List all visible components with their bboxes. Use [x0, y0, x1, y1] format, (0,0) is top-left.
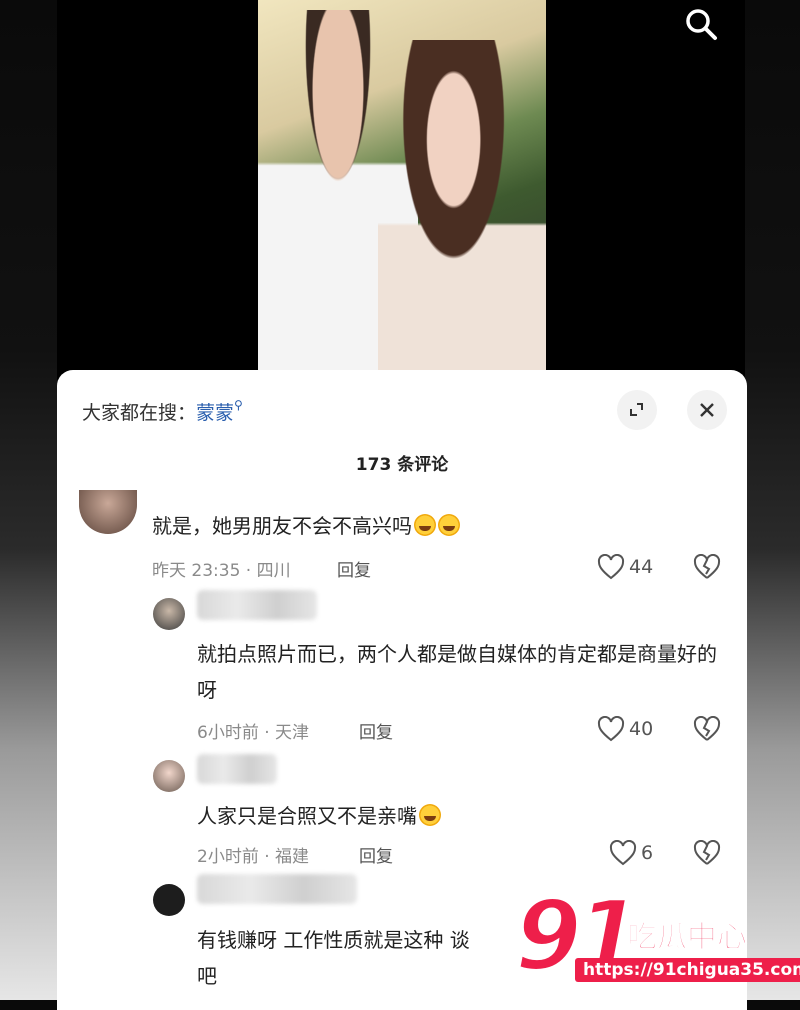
- person-right: [378, 40, 546, 372]
- avatar[interactable]: [153, 884, 185, 916]
- expand-icon: [630, 403, 643, 416]
- watermark-name: 吃瓜中心: [627, 920, 748, 956]
- comment-time-location: 6小时前 · 天津: [197, 723, 310, 743]
- broken-heart-icon: [693, 839, 721, 865]
- avatar[interactable]: [153, 760, 185, 792]
- reply-button[interactable]: 回复: [359, 718, 393, 743]
- hot-search-bar[interactable]: 大家都在搜：蒙蒙⚲: [82, 398, 243, 425]
- expand-button[interactable]: [617, 390, 657, 430]
- close-button[interactable]: [687, 390, 727, 430]
- emoji-icon: [419, 804, 441, 826]
- broken-heart-icon: [693, 553, 721, 579]
- username-blurred: [197, 590, 317, 620]
- username-blurred: [197, 874, 357, 904]
- comment-count: 173 条评论: [355, 455, 449, 475]
- avatar[interactable]: [153, 598, 185, 630]
- hot-search-keyword[interactable]: 蒙蒙: [196, 402, 234, 424]
- dislike-button[interactable]: [693, 715, 721, 746]
- hot-search-prefix: 大家都在搜：: [82, 402, 197, 424]
- heart-icon: [597, 716, 625, 742]
- comment-text-line2: 吧: [197, 964, 217, 988]
- watermark-url: https://91chigua35.com: [575, 958, 800, 982]
- reply-button[interactable]: 回复: [359, 842, 393, 867]
- like-button[interactable]: 6: [609, 840, 653, 866]
- couple-photo: [258, 0, 546, 372]
- comment-text: 就是，她男朋友不会不高兴吗: [152, 508, 460, 544]
- heart-icon: [597, 554, 625, 580]
- reply-button[interactable]: 回复: [337, 556, 371, 581]
- broken-heart-icon: [693, 715, 721, 741]
- comment-text: 有钱赚呀 工作性质就是这种 谈: [197, 928, 470, 952]
- comment-time-location: 昨天 23:35 · 四川: [152, 561, 291, 581]
- watermark-logo: 91 吃瓜中心 https://91chigua35.com: [514, 879, 800, 1000]
- emoji-icon: [414, 514, 436, 536]
- like-count: 44: [629, 556, 654, 578]
- avatar[interactable]: [79, 490, 137, 534]
- close-icon: [700, 403, 714, 417]
- dislike-button[interactable]: [693, 553, 721, 584]
- heart-icon: [609, 840, 637, 866]
- like-button[interactable]: 40: [597, 716, 653, 742]
- comment-text: 就拍点照片而已，两个人都是做自媒体的肯定都是商量好的呀: [197, 642, 717, 702]
- username-blurred: [197, 754, 277, 784]
- search-button[interactable]: [682, 5, 720, 43]
- like-button[interactable]: 44: [597, 554, 653, 580]
- search-icon: [686, 9, 717, 40]
- emoji-icon: [438, 514, 460, 536]
- dislike-button[interactable]: [693, 839, 721, 870]
- like-count: 40: [629, 718, 654, 740]
- comment-time-location: 2小时前 · 福建: [197, 847, 310, 867]
- comment-text: 人家只是合照又不是亲嘴: [197, 798, 441, 834]
- small-search-icon: ⚲: [234, 398, 243, 412]
- like-count: 6: [641, 842, 654, 864]
